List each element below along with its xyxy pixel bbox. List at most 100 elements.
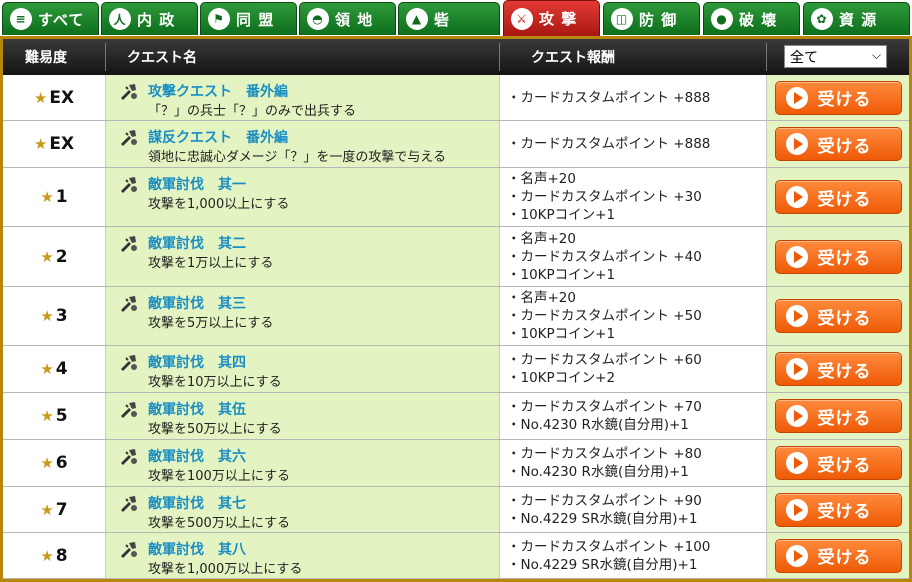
accept-quest-button[interactable]: 受ける bbox=[774, 127, 902, 161]
tab-defense[interactable]: ◫ 防 御 bbox=[603, 2, 700, 35]
reward-cell: ・カードカスタムポイント +60 ・10KPコイン+2 bbox=[499, 346, 766, 392]
filter-value: 全て bbox=[790, 49, 818, 66]
quest-row: ★ 3 敵軍討伐 其三 攻撃を5万以上にする ・名声+20 ・カードカスタムポイン… bbox=[3, 287, 909, 346]
header-reward: クエスト報酬 bbox=[531, 50, 615, 66]
difficulty-cell: ★ 4 bbox=[3, 346, 105, 392]
tab-label: 領 地 bbox=[335, 10, 374, 29]
quest-title[interactable]: 敵軍討伐 其四 bbox=[148, 352, 246, 372]
difficulty-value: 2 bbox=[55, 246, 68, 267]
difficulty-cell: ★ 5 bbox=[3, 393, 105, 439]
difficulty-value: 5 bbox=[55, 406, 68, 426]
attack-quest-icon bbox=[121, 355, 137, 371]
fort-icon: ▲ bbox=[406, 8, 428, 30]
accept-quest-button[interactable]: 受ける bbox=[774, 538, 902, 573]
attack-quest-icon bbox=[121, 296, 137, 312]
play-icon bbox=[785, 245, 808, 268]
tab-label: 内 政 bbox=[137, 10, 176, 29]
quest-title[interactable]: 攻撃クエスト 番外編 bbox=[148, 81, 288, 101]
reward-line: ・カードカスタムポイント +70 bbox=[507, 399, 702, 415]
reward-line: ・No.4230 R水鏡(自分用)+1 bbox=[507, 464, 689, 480]
star-icon: ★ bbox=[33, 88, 48, 107]
table-header: 難易度 クエスト名 クエスト報酬 全て ⌵ bbox=[3, 39, 909, 75]
quest-row: ★ EX 攻撃クエスト 番外編 「？」の兵士「？」のみで出兵する ・カードカスタ… bbox=[3, 75, 909, 121]
accept-quest-button[interactable]: 受ける bbox=[774, 352, 902, 386]
attack-quest-icon bbox=[121, 496, 137, 512]
accept-quest-button[interactable]: 受ける bbox=[774, 492, 902, 527]
reward-cell: ・名声+20 ・カードカスタムポイント +50 ・10KPコイン+1 bbox=[499, 287, 766, 345]
accept-quest-button[interactable]: 受ける bbox=[774, 80, 902, 115]
reward-line: ・10KPコイン+1 bbox=[507, 266, 616, 283]
tab-alliance[interactable]: ⚑ 同 盟 bbox=[200, 2, 297, 35]
bomb-icon: ● bbox=[711, 8, 733, 30]
reward-line: ・カードカスタムポイント +80 bbox=[507, 446, 702, 462]
action-cell: 受ける bbox=[766, 287, 909, 345]
action-cell: 受ける bbox=[766, 121, 909, 167]
quest-name-cell: 敵軍討伐 其八 攻撃を1,000万以上にする bbox=[105, 533, 499, 578]
tab-label: 同 盟 bbox=[236, 10, 275, 29]
star-icon: ★ bbox=[40, 247, 54, 266]
reward-line: ・No.4230 R水鏡(自分用)+1 bbox=[507, 417, 689, 433]
tab-resources[interactable]: ✿ 資 源 bbox=[803, 2, 910, 35]
quest-name-cell: 敵軍討伐 其六 攻撃を100万以上にする bbox=[105, 440, 499, 486]
quest-description: 攻撃を10万以上にする bbox=[148, 375, 282, 390]
quest-title[interactable]: 敵軍討伐 其八 bbox=[148, 539, 246, 559]
action-cell: 受ける bbox=[766, 75, 909, 120]
action-cell: 受ける bbox=[766, 487, 909, 532]
reward-cell: ・名声+20 ・カードカスタムポイント +40 ・10KPコイン+1 bbox=[499, 227, 766, 286]
tab-territory[interactable]: ◓ 領 地 bbox=[299, 2, 396, 35]
tab-label: 防 御 bbox=[639, 10, 678, 29]
accept-label: 受ける bbox=[817, 308, 872, 329]
play-icon bbox=[785, 405, 808, 427]
people-icon: 人 bbox=[109, 8, 131, 30]
difficulty-filter-select[interactable]: 全て ⌵ bbox=[784, 45, 887, 68]
star-icon: ★ bbox=[40, 454, 54, 472]
quest-name-cell: 敵軍討伐 其四 攻撃を10万以上にする bbox=[105, 346, 499, 392]
quest-description: 攻撃を500万以上にする bbox=[148, 516, 290, 531]
star-icon: ★ bbox=[40, 500, 54, 519]
header-quest-name: クエスト名 bbox=[127, 50, 197, 66]
quest-title[interactable]: 敵軍討伐 其三 bbox=[148, 293, 246, 313]
tab-attack[interactable]: ⚔ 攻 撃 bbox=[503, 0, 600, 36]
reward-cell: ・名声+20 ・カードカスタムポイント +30 ・10KPコイン+1 bbox=[499, 168, 766, 226]
reward-line: ・カードカスタムポイント +90 bbox=[507, 492, 702, 509]
attack-quest-icon bbox=[121, 84, 137, 100]
tab-all[interactable]: ≡ すべて bbox=[2, 2, 99, 35]
quest-title[interactable]: 敵軍討伐 其二 bbox=[148, 233, 246, 253]
tab-destroy[interactable]: ● 破 壊 bbox=[703, 2, 800, 35]
accept-label: 受ける bbox=[817, 548, 872, 568]
quest-title[interactable]: 敵軍討伐 其七 bbox=[148, 493, 246, 513]
difficulty-cell: ★ 1 bbox=[3, 168, 105, 226]
quest-list-panel: 難易度 クエスト名 クエスト報酬 全て ⌵ ★ EX 攻撃クエスト 番外編 「？… bbox=[0, 36, 912, 582]
play-icon bbox=[785, 358, 808, 380]
accept-quest-button[interactable]: 受ける bbox=[774, 399, 902, 433]
accept-quest-button[interactable]: 受ける bbox=[774, 446, 902, 480]
play-icon bbox=[785, 305, 808, 327]
quest-row: ★ 5 敵軍討伐 其伍 攻撃を50万以上にする ・カードカスタムポイント +70… bbox=[3, 393, 909, 440]
accept-quest-button[interactable]: 受ける bbox=[774, 180, 902, 214]
quest-row: ★ 1 敵軍討伐 其一 攻撃を1,000以上にする ・名声+20 ・カードカスタム… bbox=[3, 168, 909, 227]
quest-title[interactable]: 敵軍討伐 其一 bbox=[148, 174, 246, 194]
quest-row: ★ 8 敵軍討伐 其八 攻撃を1,000万以上にする ・カードカスタムポイント … bbox=[3, 533, 909, 579]
action-cell: 受ける bbox=[766, 346, 909, 392]
accept-quest-button[interactable]: 受ける bbox=[774, 299, 902, 333]
quest-description: 攻撃を1,000万以上にする bbox=[148, 562, 303, 577]
star-icon: ★ bbox=[40, 407, 54, 425]
quest-title[interactable]: 謀反クエスト 番外編 bbox=[148, 127, 288, 147]
quest-description: 攻撃を50万以上にする bbox=[148, 422, 282, 437]
difficulty-value: EX bbox=[49, 134, 75, 154]
reward-cell: ・カードカスタムポイント +90 ・No.4229 SR水鏡(自分用)+1 bbox=[499, 487, 766, 532]
tab-domestic[interactable]: 人 内 政 bbox=[101, 2, 198, 35]
tab-fort[interactable]: ▲ 砦 bbox=[398, 2, 500, 35]
quest-name-cell: 敵軍討伐 其三 攻撃を5万以上にする bbox=[105, 287, 499, 345]
play-icon bbox=[785, 86, 808, 109]
attack-quest-icon bbox=[121, 236, 137, 252]
accept-quest-button[interactable]: 受ける bbox=[774, 239, 902, 274]
difficulty-cell: ★ 2 bbox=[3, 227, 105, 286]
difficulty-value: EX bbox=[49, 87, 75, 108]
quest-title[interactable]: 敵軍討伐 其六 bbox=[148, 446, 246, 466]
difficulty-cell: ★ 8 bbox=[3, 533, 105, 578]
quest-title[interactable]: 敵軍討伐 其伍 bbox=[148, 399, 246, 419]
tab-label: 砦 bbox=[434, 10, 451, 29]
chevron-down-icon: ⌵ bbox=[871, 48, 881, 62]
action-cell: 受ける bbox=[766, 393, 909, 439]
